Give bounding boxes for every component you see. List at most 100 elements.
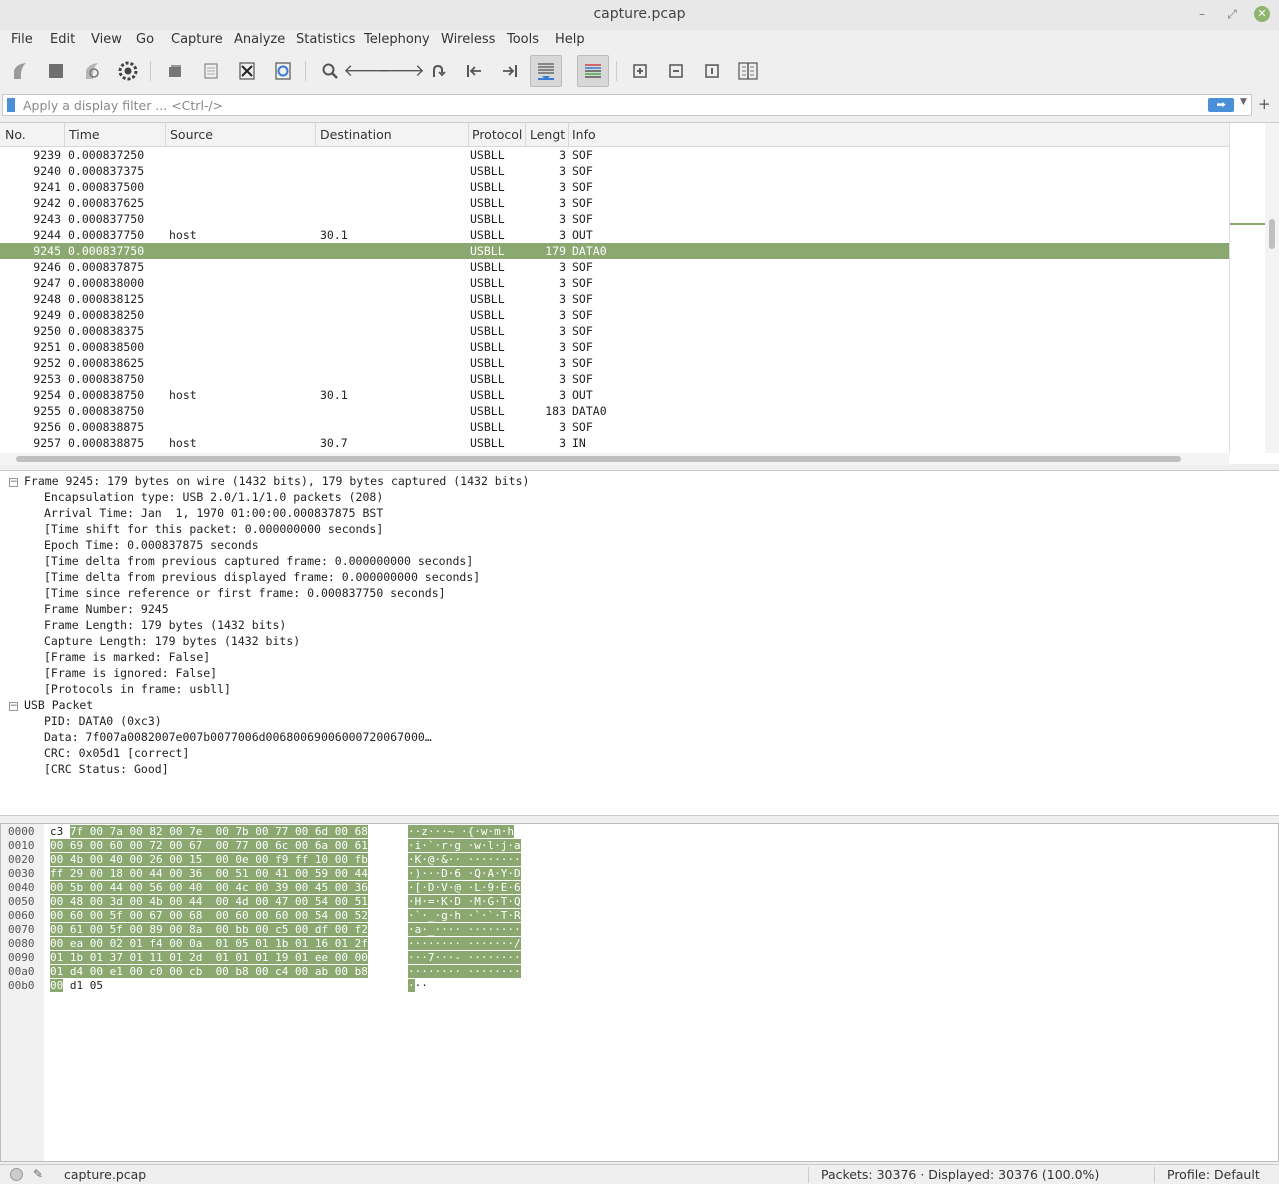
table-row[interactable]: 9255 0.000838750 USBLL 183 DATA0 [0,403,1229,419]
table-row[interactable]: 9240 0.000837375 USBLL 3 SOF [0,163,1229,179]
ascii-bytes[interactable]: ·)···D·6 ·Q·A·Y·D [408,867,521,880]
column-header-info[interactable]: Info [572,127,596,142]
last-packet-icon[interactable] [496,57,524,85]
auto-scroll-icon[interactable] [530,55,562,87]
usb-packet-detail-header[interactable]: USB Packet [24,698,93,712]
frame-detail-field[interactable]: [Time shift for this packet: 0.000000000… [44,522,383,536]
resize-columns-icon[interactable] [734,57,762,85]
column-header-length[interactable]: Lengtl [530,127,566,142]
collapse-toggle-icon[interactable]: − [9,702,18,711]
normal-size-icon[interactable] [698,57,726,85]
table-row[interactable]: 9252 0.000838625 USBLL 3 SOF [0,355,1229,371]
column-header-source[interactable]: Source [170,127,213,142]
column-header-time[interactable]: Time [69,127,100,142]
ascii-bytes[interactable]: ········ ·······/ [408,937,521,950]
frame-detail-header[interactable]: Frame 9245: 179 bytes on wire (1432 bits… [24,474,529,488]
menu-statistics[interactable]: Statistics [296,32,355,47]
ascii-bytes[interactable]: ·a·_···· ········ [408,923,521,936]
table-row[interactable]: 9256 0.000838875 USBLL 3 SOF [0,419,1229,435]
hex-bytes[interactable]: 01 d4 00 e1 00 c0 00 cb 00 b8 00 c4 00 a… [50,965,368,978]
table-row[interactable]: 9246 0.000837875 USBLL 3 SOF [0,259,1229,275]
scrollbar-thumb[interactable] [1269,219,1275,249]
capture-options-icon[interactable] [114,57,142,85]
ascii-bytes[interactable]: ··· [408,979,428,992]
frame-detail-field[interactable]: [Frame is marked: False] [44,650,210,664]
hex-bytes[interactable]: 00 ea 00 02 01 f4 00 0a 01 05 01 1b 01 1… [50,937,368,950]
table-row[interactable]: 9239 0.000837250 USBLL 3 SOF [0,147,1229,163]
frame-detail-field[interactable]: [Time delta from previous displayed fram… [44,570,480,584]
go-back-icon[interactable]: 🡐 [343,57,389,85]
table-row[interactable]: 9248 0.000838125 USBLL 3 SOF [0,291,1229,307]
hex-bytes[interactable]: 01 1b 01 37 01 11 01 2d 01 01 01 19 01 e… [50,951,368,964]
table-row[interactable]: 9254 0.000838750 host 30.1 USBLL 3 OUT [0,387,1229,403]
table-row[interactable]: 9244 0.000837750 host 30.1 USBLL 3 OUT [0,227,1229,243]
hex-bytes[interactable]: 00 d1 05 [50,979,103,992]
minimize-icon[interactable]: – [1194,6,1210,22]
packet-minimap[interactable] [1229,123,1266,453]
hex-bytes[interactable]: 00 60 00 5f 00 67 00 68 00 60 00 60 00 5… [50,909,368,922]
menu-tools[interactable]: Tools [507,32,539,47]
colorize-icon[interactable] [577,55,609,87]
column-separator[interactable] [315,123,316,147]
column-header-no[interactable]: No. [5,127,26,142]
menu-file[interactable]: File [11,32,33,47]
ascii-bytes[interactable]: ·`·_·g·h ·`·`·T·R [408,909,521,922]
table-row[interactable]: 9251 0.000838500 USBLL 3 SOF [0,339,1229,355]
table-row[interactable]: 9241 0.000837500 USBLL 3 SOF [0,179,1229,195]
bookmark-icon[interactable] [7,98,15,112]
add-filter-button[interactable]: + [1258,95,1271,113]
hex-bytes[interactable]: 00 4b 00 40 00 26 00 15 00 0e 00 f9 ff 1… [50,853,368,866]
menu-go[interactable]: Go [136,32,154,47]
hex-bytes[interactable]: 00 5b 00 44 00 56 00 40 00 4c 00 39 00 4… [50,881,368,894]
frame-detail-field[interactable]: Frame Length: 179 bytes (1432 bits) [44,618,286,632]
table-row[interactable]: 9250 0.000838375 USBLL 3 SOF [0,323,1229,339]
expert-info-icon[interactable] [10,1168,23,1181]
stop-capture-icon[interactable] [42,57,70,85]
hex-bytes[interactable]: 00 48 00 3d 00 4b 00 44 00 4d 00 47 00 5… [50,895,368,908]
column-separator[interactable] [165,123,166,147]
column-separator[interactable] [468,123,469,147]
close-icon[interactable]: ✕ [1254,6,1270,22]
table-row[interactable]: 9253 0.000838750 USBLL 3 SOF [0,371,1229,387]
ascii-bytes[interactable]: ········ ········ [408,965,521,978]
packet-list-vertical-scrollbar[interactable] [1265,123,1279,453]
usb-packet-detail-field[interactable]: Data: 7f007a0082007e007b0077006d00680069… [44,730,432,744]
restart-capture-icon[interactable] [78,57,106,85]
menu-edit[interactable]: Edit [50,32,75,47]
hex-bytes[interactable]: ff 29 00 18 00 44 00 36 00 51 00 41 00 5… [50,867,368,880]
hex-bytes[interactable]: c3 7f 00 7a 00 82 00 7e 00 7b 00 77 00 6… [50,825,368,838]
display-filter-input[interactable] [23,96,1193,114]
frame-detail-field[interactable]: Epoch Time: 0.000837875 seconds [44,538,259,552]
hex-bytes[interactable]: 00 69 00 60 00 72 00 67 00 77 00 6c 00 6… [50,839,368,852]
ascii-bytes[interactable]: ···7···- ········ [408,951,521,964]
table-row[interactable]: 9249 0.000838250 USBLL 3 SOF [0,307,1229,323]
menu-wireless[interactable]: Wireless [441,32,495,47]
zoom-in-icon[interactable] [626,57,654,85]
save-file-icon[interactable] [197,57,225,85]
ascii-bytes[interactable]: ·H·=·K·D ·M·G·T·Q [408,895,521,908]
menu-capture[interactable]: Capture [171,32,223,47]
start-capture-icon[interactable] [6,57,34,85]
zoom-out-icon[interactable] [662,57,690,85]
close-file-icon[interactable] [233,57,261,85]
table-row[interactable]: 9257 0.000838875 host 30.7 USBLL 3 IN [0,435,1229,451]
frame-detail-field[interactable]: [Protocols in frame: usbll] [44,682,231,696]
table-row[interactable]: 9242 0.000837625 USBLL 3 SOF [0,195,1229,211]
ascii-bytes[interactable]: ··z···~ ·{·w·m·h [408,825,514,838]
column-header-protocol[interactable]: Protocol [472,127,522,142]
table-row-selected[interactable]: 9245 0.000837750 USBLL 179 DATA0 [0,243,1229,259]
frame-detail-field[interactable]: Frame Number: 9245 [44,602,169,616]
status-profile[interactable]: Profile: Default [1167,1167,1260,1182]
go-to-packet-icon[interactable] [424,57,452,85]
frame-detail-field[interactable]: Arrival Time: Jan 1, 1970 01:00:00.00083… [44,506,383,520]
ascii-bytes[interactable]: ·[·D·V·@ ·L·9·E·6 [408,881,521,894]
open-file-icon[interactable] [161,57,189,85]
menu-analyze[interactable]: Analyze [234,32,285,47]
column-separator[interactable] [568,123,569,147]
table-row[interactable]: 9247 0.000838000 USBLL 3 SOF [0,275,1229,291]
reload-file-icon[interactable] [269,57,297,85]
usb-packet-detail-field[interactable]: PID: DATA0 (0xc3) [44,714,162,728]
chevron-down-icon[interactable]: ▼ [1240,97,1247,107]
column-separator[interactable] [525,123,526,147]
go-forward-icon[interactable]: 🡒 [379,57,425,85]
